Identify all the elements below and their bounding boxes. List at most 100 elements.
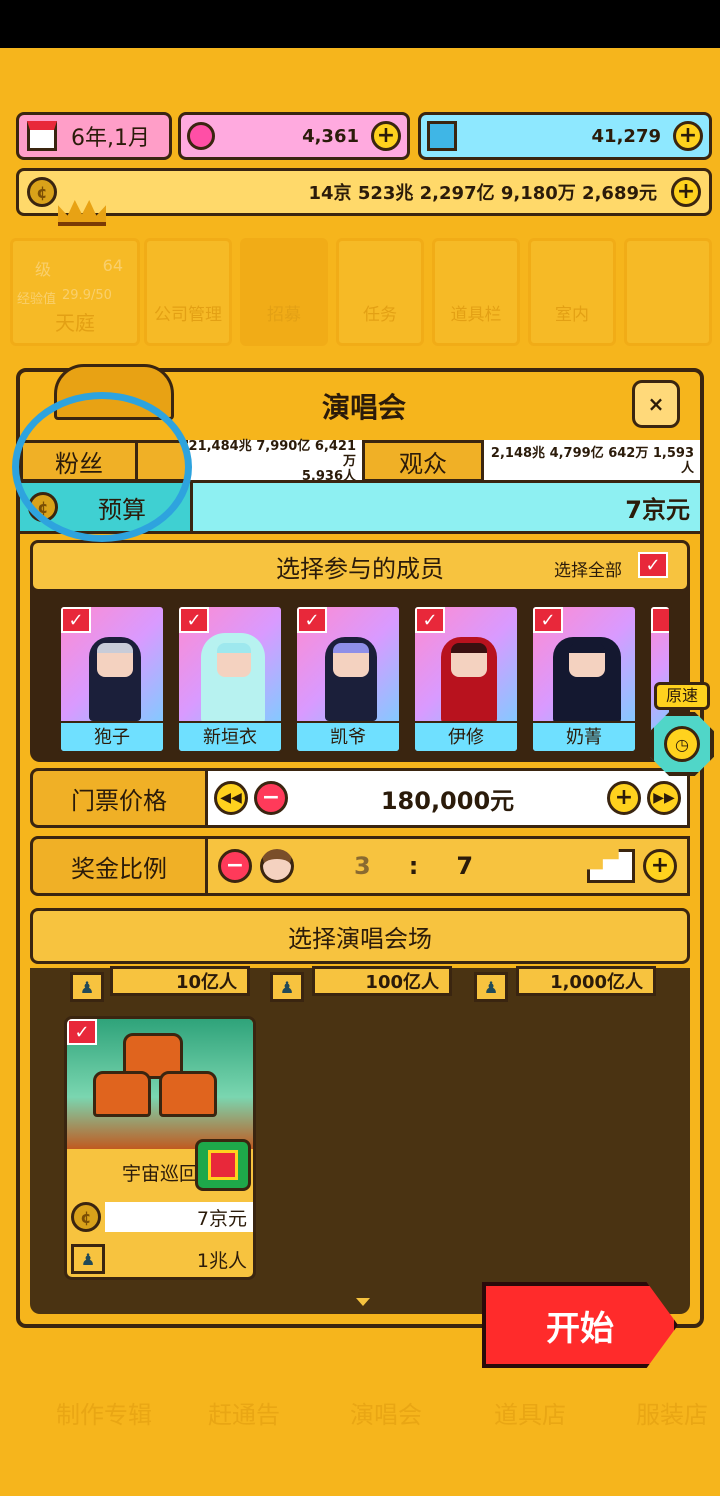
nav-tasks[interactable]: 任务 bbox=[336, 238, 424, 346]
select-all-label[interactable]: 选择全部 bbox=[554, 556, 622, 581]
octopus-icon bbox=[159, 1071, 217, 1117]
start-button[interactable]: 开始 bbox=[482, 1282, 678, 1368]
bottom-nav-item-shop[interactable]: 道具店 bbox=[494, 1395, 566, 1430]
nav-tile-label: 室内 bbox=[555, 305, 589, 325]
ticket-price-control: ◀◀ − 180,000元 + ▶▶ bbox=[208, 768, 690, 828]
venue-capacity-row: ♟ 1兆人 bbox=[67, 1241, 253, 1277]
member-name: 奶菁 bbox=[533, 721, 635, 751]
venue-list: ♟ 10亿人 ♟ 100亿人 ♟ 1,000亿人 ✓ 宇宙巡回 ¢ 7京元 ♟ … bbox=[30, 966, 690, 1314]
add-money-button[interactable]: + bbox=[671, 177, 701, 207]
member-checkbox[interactable] bbox=[651, 607, 669, 633]
building-icon bbox=[587, 849, 635, 883]
clock-icon: ◷ bbox=[664, 726, 700, 762]
fans-value-line1: 21,484兆 7,990亿 6,421万 bbox=[188, 438, 356, 469]
member-card[interactable]: ✓ 奶菁 bbox=[530, 604, 638, 754]
member-card[interactable]: ✓ 伊修 bbox=[412, 604, 520, 754]
member-face-icon bbox=[260, 849, 294, 883]
member-checkbox[interactable]: ✓ bbox=[179, 607, 209, 633]
ratio-member-share: 3 bbox=[354, 852, 371, 880]
member-checkbox[interactable]: ✓ bbox=[533, 607, 563, 633]
exp-label: 经验值 bbox=[17, 292, 57, 307]
bonus-ratio-row: 奖金比例 − 3 : 7 + bbox=[30, 836, 690, 896]
member-card[interactable]: ✓ 新垣衣 bbox=[176, 604, 284, 754]
audience-label: 观众 bbox=[362, 440, 484, 482]
date-display: 6年,1月 bbox=[16, 112, 172, 160]
blue-currency: 41,279 + bbox=[418, 112, 712, 160]
level-value: 64 bbox=[102, 256, 123, 275]
ticket-price-row: 门票价格 ◀◀ − 180,000元 + ▶▶ bbox=[30, 768, 690, 828]
add-blue-currency-button[interactable]: + bbox=[673, 121, 703, 151]
increase-ratio-button[interactable]: + bbox=[643, 849, 677, 883]
nav-company[interactable]: 公司管理 bbox=[144, 238, 232, 346]
ratio-company-share: 7 bbox=[456, 852, 474, 880]
money-value: 14京 523兆 2,297亿 9,180万 2,689元 bbox=[308, 183, 658, 204]
nav-tile-label: 道具栏 bbox=[450, 305, 502, 325]
increase-fast-button[interactable]: ▶▶ bbox=[647, 781, 681, 815]
ratio-separator: : bbox=[408, 852, 419, 880]
scroll-down-icon[interactable] bbox=[356, 1298, 370, 1306]
nav-tile-label: 天庭 bbox=[55, 311, 95, 335]
coin-icon: ¢ bbox=[71, 1202, 101, 1232]
speed-label: 原速 bbox=[654, 682, 710, 710]
fans-value: 21,484兆 7,990亿 6,421万 5,936人 bbox=[188, 438, 362, 484]
member-card[interactable]: ✓ 凯爷 bbox=[294, 604, 402, 754]
money-display: ¢ 14京 523兆 2,297亿 9,180万 2,689元 + bbox=[16, 168, 712, 216]
ticket-price-value: 180,000元 bbox=[380, 786, 515, 815]
pink-currency: 4,361 + bbox=[178, 112, 410, 160]
bonus-ratio-control: − 3 : 7 + bbox=[208, 836, 690, 896]
members-header-text: 选择参与的成员 bbox=[276, 554, 444, 583]
member-name: 新垣衣 bbox=[179, 721, 281, 751]
ticket-price-label: 门票价格 bbox=[30, 768, 208, 828]
member-face bbox=[333, 643, 369, 677]
member-name: 凯爷 bbox=[297, 721, 399, 751]
decrease-button[interactable]: − bbox=[254, 781, 288, 815]
gift-icon bbox=[195, 1139, 251, 1191]
audience-icon: ♟ bbox=[71, 1244, 105, 1274]
member-checkbox[interactable]: ✓ bbox=[61, 607, 91, 633]
budget-value: 7京元 bbox=[190, 483, 700, 531]
venue-capacity: 10亿人 bbox=[110, 966, 250, 996]
decrease-ratio-button[interactable]: − bbox=[218, 849, 252, 883]
highlight-circle bbox=[12, 392, 192, 542]
nav-tile-label: 任务 bbox=[363, 305, 397, 325]
venue-card[interactable]: ✓ 宇宙巡回 ¢ 7京元 ♟ 1兆人 bbox=[64, 1016, 256, 1280]
exp-value: 29.9/50 bbox=[62, 288, 112, 303]
venue-header: 选择演唱会场 bbox=[30, 908, 690, 964]
nav-interior[interactable]: 室内 bbox=[528, 238, 616, 346]
level-tile: 级 64 经验值 29.9/50 天庭 bbox=[10, 238, 140, 346]
coin-icon: ¢ bbox=[27, 177, 57, 207]
member-face bbox=[451, 643, 487, 677]
octopus-icon bbox=[93, 1071, 151, 1117]
member-face bbox=[97, 643, 133, 677]
venue-cost-row: ¢ 7京元 bbox=[67, 1199, 253, 1235]
venue-capacity-value: 1兆人 bbox=[196, 1249, 247, 1272]
decrease-fast-button[interactable]: ◀◀ bbox=[214, 781, 248, 815]
add-pink-currency-button[interactable]: + bbox=[371, 121, 401, 151]
bottom-nav-announcement[interactable]: 赶通告 bbox=[208, 1395, 280, 1430]
member-checkbox[interactable]: ✓ bbox=[297, 607, 327, 633]
nav-tile-label: 招募 bbox=[267, 305, 301, 325]
status-bar bbox=[0, 0, 720, 48]
bottom-nav-concert[interactable]: 演唱会 bbox=[350, 1395, 422, 1430]
disc-icon bbox=[187, 122, 215, 150]
select-all-checkbox[interactable]: ✓ bbox=[638, 552, 668, 578]
venue-header-text: 选择演唱会场 bbox=[288, 924, 432, 953]
venue-checkbox[interactable]: ✓ bbox=[67, 1019, 97, 1045]
nav-inventory[interactable]: 道具栏 bbox=[432, 238, 520, 346]
gem-icon bbox=[427, 121, 457, 151]
audience-icon: ♟ bbox=[474, 972, 508, 1002]
audience-icon: ♟ bbox=[70, 972, 104, 1002]
member-card[interactable]: ✓ 狍子 bbox=[58, 604, 166, 754]
bottom-nav-album[interactable]: 制作专辑 bbox=[56, 1395, 152, 1430]
venue-cost: 7京元 bbox=[105, 1202, 253, 1232]
close-button[interactable]: × bbox=[632, 380, 680, 428]
nav-extra[interactable] bbox=[624, 238, 712, 346]
bonus-ratio-label: 奖金比例 bbox=[30, 836, 208, 896]
calendar-icon bbox=[27, 121, 57, 151]
nav-recruit[interactable]: 招募 bbox=[240, 238, 328, 346]
member-checkbox[interactable]: ✓ bbox=[415, 607, 445, 633]
level-label: 级 bbox=[35, 260, 52, 279]
bottom-nav-clothing-shop[interactable]: 服装店 bbox=[636, 1395, 708, 1430]
increase-button[interactable]: + bbox=[607, 781, 641, 815]
member-face bbox=[569, 643, 605, 677]
